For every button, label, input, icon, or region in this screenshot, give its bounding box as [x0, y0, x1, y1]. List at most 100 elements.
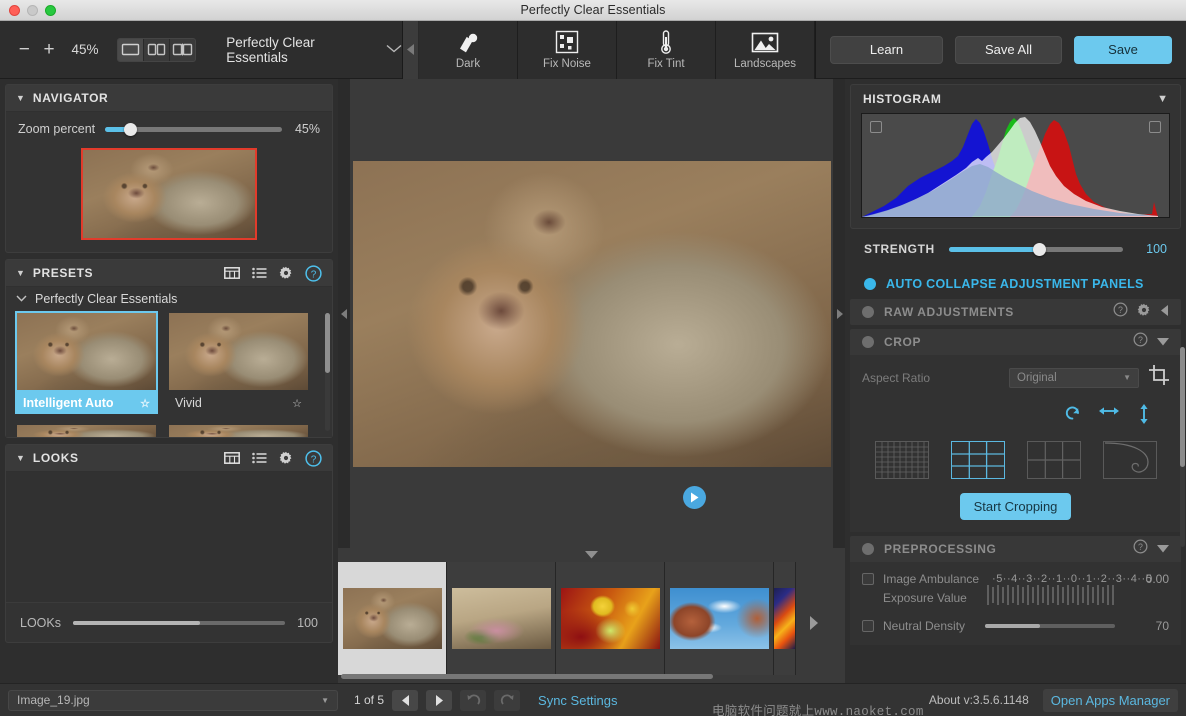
presets-scrollbar[interactable] — [325, 313, 330, 431]
save-button[interactable]: Save — [1074, 35, 1172, 64]
looks-slider[interactable] — [73, 620, 286, 625]
main-image[interactable] — [352, 160, 831, 467]
image-canvas-area[interactable] — [338, 79, 845, 548]
window-controls[interactable] — [9, 5, 56, 16]
section-enable-toggle[interactable] — [862, 336, 874, 348]
sync-settings-button[interactable]: Sync Settings — [538, 693, 618, 708]
navigator-panel-header[interactable]: ▼ NAVIGATOR — [6, 85, 332, 112]
zoom-percent-slider[interactable] — [105, 122, 282, 136]
favorite-star-icon[interactable]: ☆ — [292, 397, 302, 410]
filmstrip-item-monkeys[interactable] — [338, 562, 447, 675]
image-ambulance-checkbox[interactable] — [862, 573, 874, 585]
view-mode-single-icon[interactable] — [118, 38, 145, 61]
about-version-label[interactable]: About v:3.5.6.1148 — [929, 693, 1029, 707]
save-all-button[interactable]: Save All — [955, 35, 1062, 64]
crop-grid-golden-spiral[interactable] — [1102, 441, 1157, 479]
redo-button[interactable] — [494, 689, 521, 711]
previous-image-button[interactable] — [392, 689, 419, 711]
gear-icon[interactable] — [279, 451, 293, 465]
collapse-triangle-icon[interactable]: ▼ — [16, 453, 25, 463]
tools-collapse-arrow-icon[interactable] — [403, 20, 419, 79]
auto-collapse-row[interactable]: AUTO COLLAPSE ADJUSTMENT PANELS — [850, 269, 1181, 299]
preprocessing-header[interactable]: PREPROCESSING ? — [850, 536, 1181, 562]
close-window-button[interactable] — [9, 5, 20, 16]
collapse-triangle-icon[interactable] — [1157, 540, 1169, 558]
preset-thumbnail[interactable] — [15, 311, 158, 392]
next-image-button[interactable] — [426, 689, 453, 711]
section-enable-toggle[interactable] — [862, 543, 874, 555]
help-icon[interactable]: ? — [305, 449, 322, 467]
help-icon[interactable]: ? — [1133, 332, 1148, 352]
view-mode-compare-icon[interactable] — [170, 39, 196, 61]
collapse-triangle-icon[interactable]: ▼ — [16, 93, 25, 103]
crop-grid-quad[interactable] — [1026, 441, 1081, 479]
favorite-star-icon[interactable]: ☆ — [140, 397, 150, 410]
crop-grid-fine[interactable] — [874, 441, 929, 479]
preset-card-partial-a[interactable] — [15, 423, 158, 437]
minimize-window-button[interactable] — [27, 5, 38, 16]
preset-thumbnail[interactable] — [167, 423, 310, 437]
gear-icon[interactable] — [1137, 303, 1151, 322]
flip-vertical-icon[interactable] — [1137, 404, 1151, 429]
aspect-ratio-select[interactable]: Original ▼ — [1009, 367, 1139, 388]
crop-header[interactable]: CROP ? — [850, 329, 1181, 355]
filmstrip-item-abstract[interactable] — [774, 562, 796, 675]
neutral-density-checkbox[interactable] — [862, 620, 874, 632]
open-apps-manager-button[interactable]: Open Apps Manager — [1042, 688, 1178, 712]
preset-card-partial-b[interactable] — [167, 423, 310, 437]
crop-grid-thirds[interactable] — [950, 441, 1005, 479]
help-icon[interactable]: ? — [305, 264, 322, 282]
preset-card-intelligent-auto[interactable]: Intelligent Auto ☆ — [15, 311, 158, 414]
right-panel-collapse-handle[interactable] — [833, 79, 845, 548]
looks-panel-header[interactable]: ▼ LOOKS ? — [6, 445, 332, 472]
gear-icon[interactable] — [279, 266, 293, 280]
zoom-out-button[interactable]: − — [12, 36, 37, 64]
view-mode-split-icon[interactable] — [144, 38, 170, 61]
left-panel-collapse-handle[interactable] — [338, 79, 350, 548]
strength-slider[interactable] — [948, 242, 1123, 256]
presets-panel-header[interactable]: ▼ PRESETS ? — [6, 260, 332, 287]
learn-button[interactable]: Learn — [830, 35, 943, 64]
active-preset-label[interactable]: Perfectly Clear Essentials — [226, 35, 362, 65]
filmstrip-item-ladybug[interactable] — [556, 562, 665, 675]
maximize-window-button[interactable] — [45, 5, 56, 16]
list-view-icon[interactable] — [252, 452, 267, 464]
tool-dark[interactable]: Dark — [419, 20, 518, 79]
flip-horizontal-icon[interactable] — [1099, 404, 1119, 429]
collapse-triangle-icon[interactable]: ▼ — [16, 268, 25, 278]
collapse-triangle-icon[interactable]: ▼ — [1157, 93, 1168, 105]
filmstrip-item-leaf[interactable] — [447, 562, 556, 675]
file-select[interactable]: Image_19.jpg ▼ — [8, 689, 338, 711]
crop-frame-icon[interactable] — [1149, 365, 1169, 390]
preset-thumbnail[interactable] — [15, 423, 158, 437]
filmstrip-next-button[interactable] — [796, 562, 832, 683]
exposure-ruler[interactable] — [986, 584, 1116, 611]
before-after-play-button[interactable] — [683, 486, 706, 509]
tool-fix-tint[interactable]: Fix Tint — [617, 20, 716, 79]
filmstrip-toggle-caret-icon[interactable] — [338, 548, 845, 562]
chevron-down-icon[interactable] — [386, 44, 402, 56]
raw-adjustments-header[interactable]: RAW ADJUSTMENTS ? — [850, 299, 1181, 325]
tool-fix-noise[interactable]: Fix Noise — [518, 20, 617, 79]
undo-button[interactable] — [460, 689, 487, 711]
auto-collapse-toggle-icon[interactable] — [864, 278, 876, 290]
help-icon[interactable]: ? — [1133, 539, 1148, 559]
preset-group-header[interactable]: Perfectly Clear Essentials — [6, 287, 332, 311]
tool-landscapes[interactable]: Landscapes — [716, 20, 815, 79]
grid-view-icon[interactable] — [224, 452, 240, 464]
chevron-down-icon[interactable] — [16, 294, 27, 305]
filmstrip-item-canyon-sky[interactable] — [665, 562, 774, 675]
neutral-density-slider[interactable] — [985, 624, 1116, 628]
filmstrip-scrollbar[interactable] — [341, 674, 713, 679]
list-view-icon[interactable] — [252, 267, 267, 279]
start-cropping-button[interactable]: Start Cropping — [959, 493, 1072, 520]
preset-card-vivid[interactable]: Vivid ☆ — [167, 311, 310, 414]
rotate-icon[interactable] — [1064, 404, 1081, 429]
view-mode-group[interactable] — [117, 37, 197, 62]
section-enable-toggle[interactable] — [862, 306, 874, 318]
navigator-thumbnail[interactable] — [81, 148, 257, 240]
histogram-panel-header[interactable]: HISTOGRAM ▼ — [851, 85, 1180, 113]
zoom-in-button[interactable]: + — [37, 36, 62, 64]
help-icon[interactable]: ? — [1113, 302, 1128, 322]
collapse-triangle-icon[interactable] — [1157, 333, 1169, 351]
